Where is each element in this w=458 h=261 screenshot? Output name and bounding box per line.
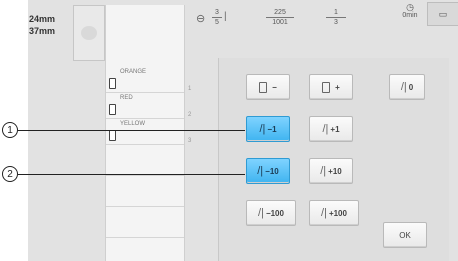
forward-100-stitch-button[interactable]: /| +100 xyxy=(309,200,359,226)
next-color-label: + xyxy=(335,82,340,92)
previous-color-label: − xyxy=(272,82,277,92)
needle-icon: /| xyxy=(322,123,329,135)
time-fraction: 1 3 xyxy=(326,8,346,27)
color-count-current: 3 xyxy=(215,9,219,16)
back-100-stitch-button[interactable]: /| −100 xyxy=(246,200,296,226)
spool-icon xyxy=(109,78,116,89)
needle-icon: /| xyxy=(257,165,264,177)
thread-color-row[interactable]: YELLOW xyxy=(106,119,184,145)
previous-color-button[interactable]: − xyxy=(246,74,290,100)
callout-marker: 1 xyxy=(2,122,18,138)
needle-icon: | xyxy=(224,11,227,22)
memory-card-button[interactable]: ▭ xyxy=(427,2,458,26)
color-count-fraction: 3 5 xyxy=(212,8,222,27)
ok-label: OK xyxy=(399,230,411,240)
back-1-stitch-button[interactable]: /| −1 xyxy=(246,116,290,142)
back-1-label: −1 xyxy=(267,124,277,134)
thread-color-name: RED xyxy=(120,95,133,101)
next-color-button[interactable]: + xyxy=(309,74,353,100)
thread-color-row-empty xyxy=(106,207,184,238)
frame-icon xyxy=(259,81,268,93)
clock-icon: ◷ xyxy=(406,2,414,12)
forward-10-label: +10 xyxy=(328,166,342,176)
needle-position-panel: − + /| 0 /| −1 /| +1 /| −10 /| +10 /| −1… xyxy=(218,58,449,261)
ok-button[interactable]: OK xyxy=(383,222,427,248)
time-remaining-value: 0min xyxy=(402,12,418,19)
needle-icon: /| xyxy=(321,207,327,219)
needle-icon: /| xyxy=(400,81,407,93)
needle-counter-icon: ⊖ xyxy=(196,13,206,25)
thread-color-row[interactable]: ORANGE xyxy=(106,67,184,93)
sequence-number: 1 xyxy=(188,86,192,92)
pattern-preview-image xyxy=(81,26,97,40)
callout-leader-line xyxy=(18,130,245,131)
fraction-line xyxy=(326,17,346,18)
pattern-width: 24mm xyxy=(29,14,56,24)
needle-icon: /| xyxy=(259,123,266,135)
forward-100-label: +100 xyxy=(328,208,347,218)
stitch-count-current: 225 xyxy=(274,9,286,16)
frame-icon xyxy=(322,81,331,93)
back-10-label: −10 xyxy=(265,166,279,176)
thread-color-name: ORANGE xyxy=(120,69,147,75)
sequence-number: 3 xyxy=(188,138,192,144)
back-10-stitch-button[interactable]: /| −10 xyxy=(246,158,290,184)
thread-color-row[interactable]: RED xyxy=(106,93,184,119)
needle-icon: /| xyxy=(320,165,327,177)
needle-icon: /| xyxy=(258,207,264,219)
return-to-start-button[interactable]: /| 0 xyxy=(389,74,425,100)
forward-1-stitch-button[interactable]: /| +1 xyxy=(309,116,353,142)
thread-color-row-empty xyxy=(106,176,184,207)
fraction-line xyxy=(212,17,222,18)
thread-color-row-empty xyxy=(106,145,184,176)
card-icon: ▭ xyxy=(438,9,448,19)
time-remaining: ◷ 0min xyxy=(398,2,422,24)
forward-1-label: +1 xyxy=(330,124,340,134)
fraction-line xyxy=(266,17,294,18)
time-current: 1 xyxy=(334,9,338,16)
thread-color-list[interactable]: ORANGE RED YELLOW xyxy=(105,5,185,261)
stitch-count-total: 1001 xyxy=(272,19,288,26)
back-100-label: −100 xyxy=(265,208,284,218)
color-count-total: 5 xyxy=(215,19,219,26)
sequence-number: 2 xyxy=(188,112,192,118)
time-total: 3 xyxy=(334,19,338,26)
spool-icon xyxy=(109,104,116,115)
callout-leader-line xyxy=(18,174,245,175)
forward-10-stitch-button[interactable]: /| +10 xyxy=(309,158,353,184)
spool-icon xyxy=(109,130,116,141)
callout-marker: 2 xyxy=(2,166,18,182)
pattern-size-info: 24mm 37mm xyxy=(29,13,55,37)
stitch-count-fraction: 225 1001 xyxy=(266,8,294,27)
pattern-height: 37mm xyxy=(29,26,56,36)
thread-color-name: YELLOW xyxy=(120,121,146,127)
return-to-start-label: 0 xyxy=(408,82,414,92)
pattern-preview xyxy=(73,5,105,61)
